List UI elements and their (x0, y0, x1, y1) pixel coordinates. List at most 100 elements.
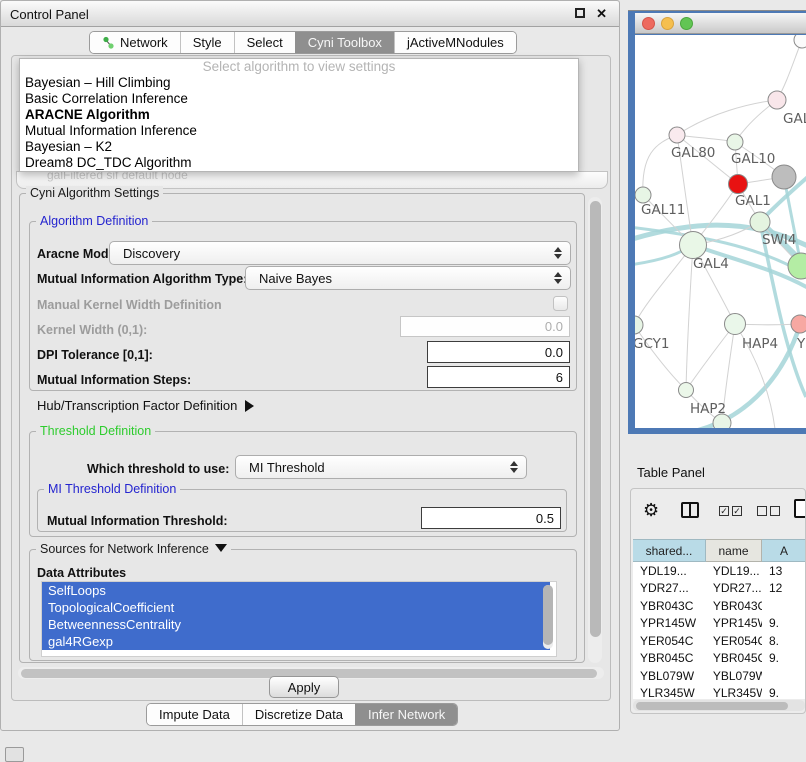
network-node-GAL4[interactable] (680, 232, 707, 259)
minimize-traffic-light-icon[interactable] (661, 17, 674, 30)
table-row[interactable]: YPR145WYPR145W9. (633, 615, 806, 633)
hub-definition-expander[interactable]: Hub/Transcription Factor Definition (37, 398, 254, 413)
checked-boxes-icon[interactable]: ✓ ✓ (719, 506, 742, 516)
tab-impute-data[interactable]: Impute Data (147, 704, 242, 725)
table-cell: 13 (762, 562, 806, 580)
close-icon[interactable]: ✕ (596, 6, 607, 22)
gear-icon[interactable]: ⚙ (643, 500, 659, 521)
table-cell: YLR345W (706, 685, 762, 700)
tab-infer-network[interactable]: Infer Network (355, 704, 457, 725)
node-label-gal1: GAL1 (735, 193, 771, 209)
attribute-item-betweennesscentrality[interactable]: BetweennessCentrality (42, 616, 550, 633)
tab-select[interactable]: Select (234, 32, 295, 53)
settings-vertical-thumb[interactable] (590, 201, 601, 637)
network-edge[interactable] (777, 40, 802, 100)
table-cell: YBR045C (706, 650, 762, 668)
network-node-node-salmon[interactable] (791, 315, 806, 333)
dropdown-item-dream8-dc-tdc-algorithm[interactable]: Dream8 DC_TDC Algorithm (20, 155, 578, 171)
table-row[interactable]: YLR345WYLR345W9. (633, 685, 806, 700)
dropdown-item-basic-correlation-inference[interactable]: Basic Correlation Inference (20, 91, 578, 107)
mi-threshold-group-title: MI Threshold Definition (44, 482, 180, 496)
mi-algorithm-type-value: Naive Bayes (246, 271, 550, 286)
table-cell: YBR045C (633, 650, 706, 668)
control-panel-tabbar: NetworkStyle Select Cyni ToolboxjActiveMNo… (89, 31, 517, 54)
sources-group-title[interactable]: Sources for Network Inference (36, 542, 231, 556)
network-node-node-green-right[interactable] (788, 253, 806, 279)
attribute-item-selfloops[interactable]: SelfLoops (42, 582, 550, 599)
minimized-panel-icon[interactable] (5, 747, 24, 762)
table-row[interactable]: YDL19...YDL19...13 (633, 562, 806, 580)
checkbox-unchecked-icon (770, 506, 780, 516)
network-canvas[interactable]: GALGAL80GAL10GAL1GAL11SWI4GAL4GCY1HAP4YH… (635, 35, 806, 428)
tab-cyni-toolbox[interactable]: Cyni Toolbox (295, 32, 394, 53)
tab-network[interactable]: Network (90, 32, 180, 53)
mi-algorithm-type-combo[interactable]: Naive Bayes (245, 266, 571, 290)
column-header-a[interactable]: A (762, 539, 806, 562)
network-node-SWI4[interactable] (750, 212, 770, 232)
table-row[interactable]: YER054CYER054C8. (633, 632, 806, 650)
dpi-tolerance-label: DPI Tolerance [0,1]: (37, 348, 153, 362)
network-node-HAP2[interactable] (679, 383, 694, 398)
network-edge[interactable] (635, 325, 686, 390)
table-cell: 12 (762, 580, 806, 598)
network-edge[interactable] (677, 100, 777, 135)
tab-discretize-data[interactable]: Discretize Data (242, 704, 355, 725)
manual-kernel-width-checkbox[interactable] (553, 296, 568, 311)
tab-select-label: Select (247, 35, 283, 50)
network-edge[interactable] (686, 324, 735, 390)
column-header-shared-[interactable]: shared... (633, 539, 706, 562)
table-row[interactable]: YBL079WYBL079W (633, 667, 806, 685)
close-traffic-light-icon[interactable] (642, 17, 655, 30)
attributes-scrollbar-thumb[interactable] (543, 585, 553, 645)
network-node-node-gray[interactable] (772, 165, 796, 189)
network-titlebar (635, 13, 806, 34)
table-horizontal-thumb[interactable] (636, 702, 788, 710)
table-row[interactable]: YDR27...YDR27...12 (633, 580, 806, 598)
table-panel: ⚙ ✓ ✓ shared...nameAYDL19...YDL19...13YD… (630, 488, 806, 714)
tab-style[interactable]: Style (180, 32, 234, 53)
network-node-GAL10[interactable] (727, 134, 743, 150)
network-edge[interactable] (643, 135, 677, 195)
table-cell: YDR27... (633, 580, 706, 598)
dpi-tolerance-input[interactable]: 0.0 (427, 341, 570, 363)
unchecked-boxes-icon[interactable] (757, 506, 780, 516)
mi-algorithm-type-label: Mutual Information Algorithm Type: (37, 272, 247, 286)
zoom-traffic-light-icon[interactable] (680, 17, 693, 30)
desktop: Control Panel ✕ NetworkStyleSelectCyni T… (0, 0, 806, 762)
network-node-node-top-right[interactable] (794, 35, 806, 48)
which-threshold-value: MI Threshold (236, 460, 506, 475)
mi-steps-input[interactable]: 6 (427, 366, 570, 388)
aracne-mode-combo[interactable]: Discovery (109, 241, 571, 265)
column-header-name[interactable]: name (706, 539, 762, 562)
network-node-GAL11[interactable] (635, 187, 651, 203)
network-edge[interactable] (686, 245, 693, 390)
table-row[interactable]: YBR045CYBR045C9. (633, 650, 806, 668)
document-icon[interactable] (794, 499, 806, 518)
attribute-item-topologicalcoefficient[interactable]: TopologicalCoefficient (42, 599, 550, 616)
network-window: GALGAL80GAL10GAL1GAL11SWI4GAL4GCY1HAP4YH… (628, 10, 806, 434)
network-node-HAP4[interactable] (725, 314, 746, 335)
network-node-GCY1[interactable] (635, 316, 643, 334)
aracne-mode-value: Discovery (110, 246, 550, 261)
mi-threshold-input[interactable]: 0.5 (421, 507, 561, 529)
network-edge[interactable] (677, 135, 735, 142)
table-row[interactable]: YBR043CYBR043C (633, 597, 806, 615)
network-node-node-pink-top[interactable] (768, 91, 786, 109)
float-icon[interactable] (575, 8, 585, 18)
network-node-GAL1[interactable] (729, 175, 748, 194)
network-node-GAL80[interactable] (669, 127, 685, 143)
dropdown-item-aracne-algorithm[interactable]: ARACNE Algorithm (20, 107, 578, 123)
dropdown-item-bayesian-hill-climbing[interactable]: Bayesian – Hill Climbing (20, 75, 578, 91)
dropdown-item-bayesian-k2[interactable]: Bayesian – K2 (20, 139, 578, 155)
table-cell: YDL19... (633, 562, 706, 580)
node-label-swi4: SWI4 (762, 232, 797, 248)
node-table: shared...nameAYDL19...YDL19...13YDR27...… (633, 539, 806, 699)
kernel-width-input[interactable]: 0.0 (400, 316, 570, 337)
apply-button[interactable]: Apply (269, 676, 339, 698)
dropdown-item-mutual-information-inference[interactable]: Mutual Information Inference (20, 123, 578, 139)
which-threshold-combo[interactable]: MI Threshold (235, 455, 527, 479)
columns-icon[interactable] (681, 502, 699, 518)
tab-jactivemnodules[interactable]: jActiveMNodules (394, 32, 516, 53)
attribute-item-gal4rgexp[interactable]: gal4RGexp (42, 633, 550, 650)
table-cell (762, 597, 806, 615)
